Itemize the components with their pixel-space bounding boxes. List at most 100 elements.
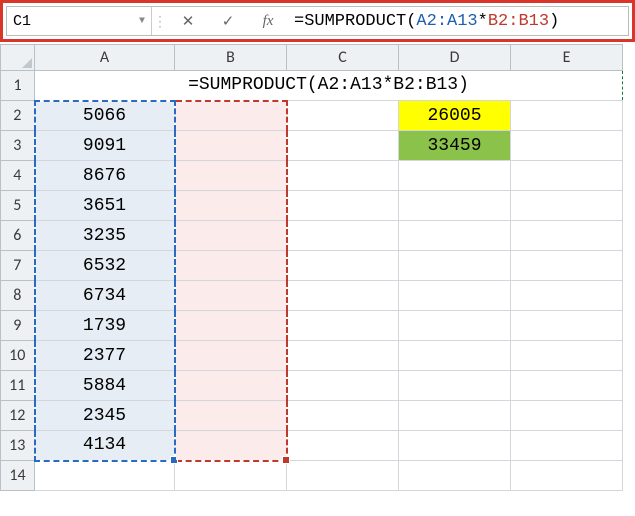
cell-E9[interactable] bbox=[511, 311, 623, 341]
cell-D2[interactable]: 26005 bbox=[399, 101, 511, 131]
cell-B3[interactable] bbox=[175, 131, 287, 161]
cell-B8[interactable] bbox=[175, 281, 287, 311]
row-head-10[interactable]: 10 bbox=[1, 341, 35, 371]
cell-A12[interactable]: 2345 bbox=[35, 401, 175, 431]
cell-B9[interactable] bbox=[175, 311, 287, 341]
cell-B7[interactable] bbox=[175, 251, 287, 281]
cell-E11[interactable] bbox=[511, 371, 623, 401]
cell-B13[interactable] bbox=[175, 431, 287, 461]
cell-C5[interactable] bbox=[287, 191, 399, 221]
row-head-9[interactable]: 9 bbox=[1, 311, 35, 341]
cell-C7[interactable] bbox=[287, 251, 399, 281]
col-head-A[interactable]: A bbox=[35, 45, 175, 71]
cell-D13[interactable] bbox=[399, 431, 511, 461]
cell-D9[interactable] bbox=[399, 311, 511, 341]
cell-A13[interactable]: 4134 bbox=[35, 431, 175, 461]
cell-D11[interactable] bbox=[399, 371, 511, 401]
cell-C13[interactable] bbox=[287, 431, 399, 461]
cell-A5[interactable]: 3651 bbox=[35, 191, 175, 221]
cell-A7[interactable]: 6532 bbox=[35, 251, 175, 281]
formula-ref2: B2:B13 bbox=[488, 12, 549, 31]
cell-D6[interactable] bbox=[399, 221, 511, 251]
cell-B5[interactable] bbox=[175, 191, 287, 221]
cell-A10[interactable]: 2377 bbox=[35, 341, 175, 371]
cell-D8[interactable] bbox=[399, 281, 511, 311]
cell-A6[interactable]: 3235 bbox=[35, 221, 175, 251]
cell-B2[interactable] bbox=[175, 101, 287, 131]
cell-B14[interactable] bbox=[175, 461, 287, 491]
cell-D4[interactable] bbox=[399, 161, 511, 191]
cell-C9[interactable] bbox=[287, 311, 399, 341]
cell-C11[interactable] bbox=[287, 371, 399, 401]
cell-merged-row1[interactable]: =SUMPRODUCT(A2:A13*B2:B13) bbox=[35, 71, 623, 101]
col-head-B[interactable]: B bbox=[175, 45, 287, 71]
row-head-5[interactable]: 5 bbox=[1, 191, 35, 221]
cell-A9[interactable]: 1739 bbox=[35, 311, 175, 341]
name-box[interactable]: C1 ▼ bbox=[7, 7, 152, 35]
formula-bar-separator: ⋮ bbox=[152, 7, 168, 35]
cell-B6[interactable] bbox=[175, 221, 287, 251]
cell-E10[interactable] bbox=[511, 341, 623, 371]
cell-E12[interactable] bbox=[511, 401, 623, 431]
col-head-E[interactable]: E bbox=[511, 45, 623, 71]
row-head-12[interactable]: 12 bbox=[1, 401, 35, 431]
formula-text-suffix: ) bbox=[549, 12, 559, 31]
cell-D10[interactable] bbox=[399, 341, 511, 371]
cell-C10[interactable] bbox=[287, 341, 399, 371]
cell-C14[interactable] bbox=[287, 461, 399, 491]
cell-D3[interactable]: 33459 bbox=[399, 131, 511, 161]
row-head-13[interactable]: 13 bbox=[1, 431, 35, 461]
cell-A11[interactable]: 5884 bbox=[35, 371, 175, 401]
col-head-C[interactable]: C bbox=[287, 45, 399, 71]
formula-op: * bbox=[478, 12, 488, 31]
cell-C12[interactable] bbox=[287, 401, 399, 431]
cell-B10[interactable] bbox=[175, 341, 287, 371]
cell-D7[interactable] bbox=[399, 251, 511, 281]
cell-E6[interactable] bbox=[511, 221, 623, 251]
formula-input[interactable]: =SUMPRODUCT(A2:A13*B2:B13) bbox=[288, 7, 628, 35]
row-head-8[interactable]: 8 bbox=[1, 281, 35, 311]
cell-A2[interactable]: 5066 bbox=[35, 101, 175, 131]
cell-E7[interactable] bbox=[511, 251, 623, 281]
row-head-6[interactable]: 6 bbox=[1, 221, 35, 251]
cell-B12[interactable] bbox=[175, 401, 287, 431]
cell-C6[interactable] bbox=[287, 221, 399, 251]
cell-C8[interactable] bbox=[287, 281, 399, 311]
row-head-4[interactable]: 4 bbox=[1, 161, 35, 191]
cell-E13[interactable] bbox=[511, 431, 623, 461]
formula-bar: C1 ▼ ⋮ ✕ ✓ fx =SUMPRODUCT(A2:A13*B2:B13) bbox=[6, 6, 629, 36]
spreadsheet-grid[interactable]: A B C D E 1 =SUMPRODUCT(A2:A13*B2:B13) 2… bbox=[0, 44, 623, 491]
cell-D5[interactable] bbox=[399, 191, 511, 221]
cell-C4[interactable] bbox=[287, 161, 399, 191]
cell-E5[interactable] bbox=[511, 191, 623, 221]
cell-E14[interactable] bbox=[511, 461, 623, 491]
row-head-7[interactable]: 7 bbox=[1, 251, 35, 281]
insert-function-button[interactable]: fx bbox=[248, 7, 288, 35]
cell-B4[interactable] bbox=[175, 161, 287, 191]
select-all-corner[interactable] bbox=[1, 45, 35, 71]
cell-B11[interactable] bbox=[175, 371, 287, 401]
cell-A14[interactable] bbox=[35, 461, 175, 491]
cell-A4[interactable]: 8676 bbox=[35, 161, 175, 191]
cell-C2[interactable] bbox=[287, 101, 399, 131]
cell-E2[interactable] bbox=[511, 101, 623, 131]
name-box-value: C1 bbox=[13, 13, 31, 30]
row-head-11[interactable]: 11 bbox=[1, 371, 35, 401]
row-head-1[interactable]: 1 bbox=[1, 71, 35, 101]
formula-ref1: A2:A13 bbox=[416, 12, 477, 31]
name-box-dropdown-icon[interactable]: ▼ bbox=[139, 16, 145, 27]
cell-A8[interactable]: 6734 bbox=[35, 281, 175, 311]
cancel-button[interactable]: ✕ bbox=[168, 7, 208, 35]
cell-D12[interactable] bbox=[399, 401, 511, 431]
cell-E3[interactable] bbox=[511, 131, 623, 161]
cell-D14[interactable] bbox=[399, 461, 511, 491]
cell-A3[interactable]: 9091 bbox=[35, 131, 175, 161]
row-head-3[interactable]: 3 bbox=[1, 131, 35, 161]
cell-E8[interactable] bbox=[511, 281, 623, 311]
row-head-14[interactable]: 14 bbox=[1, 461, 35, 491]
cell-C3[interactable] bbox=[287, 131, 399, 161]
cell-E4[interactable] bbox=[511, 161, 623, 191]
row-head-2[interactable]: 2 bbox=[1, 101, 35, 131]
confirm-button[interactable]: ✓ bbox=[208, 7, 248, 35]
col-head-D[interactable]: D bbox=[399, 45, 511, 71]
